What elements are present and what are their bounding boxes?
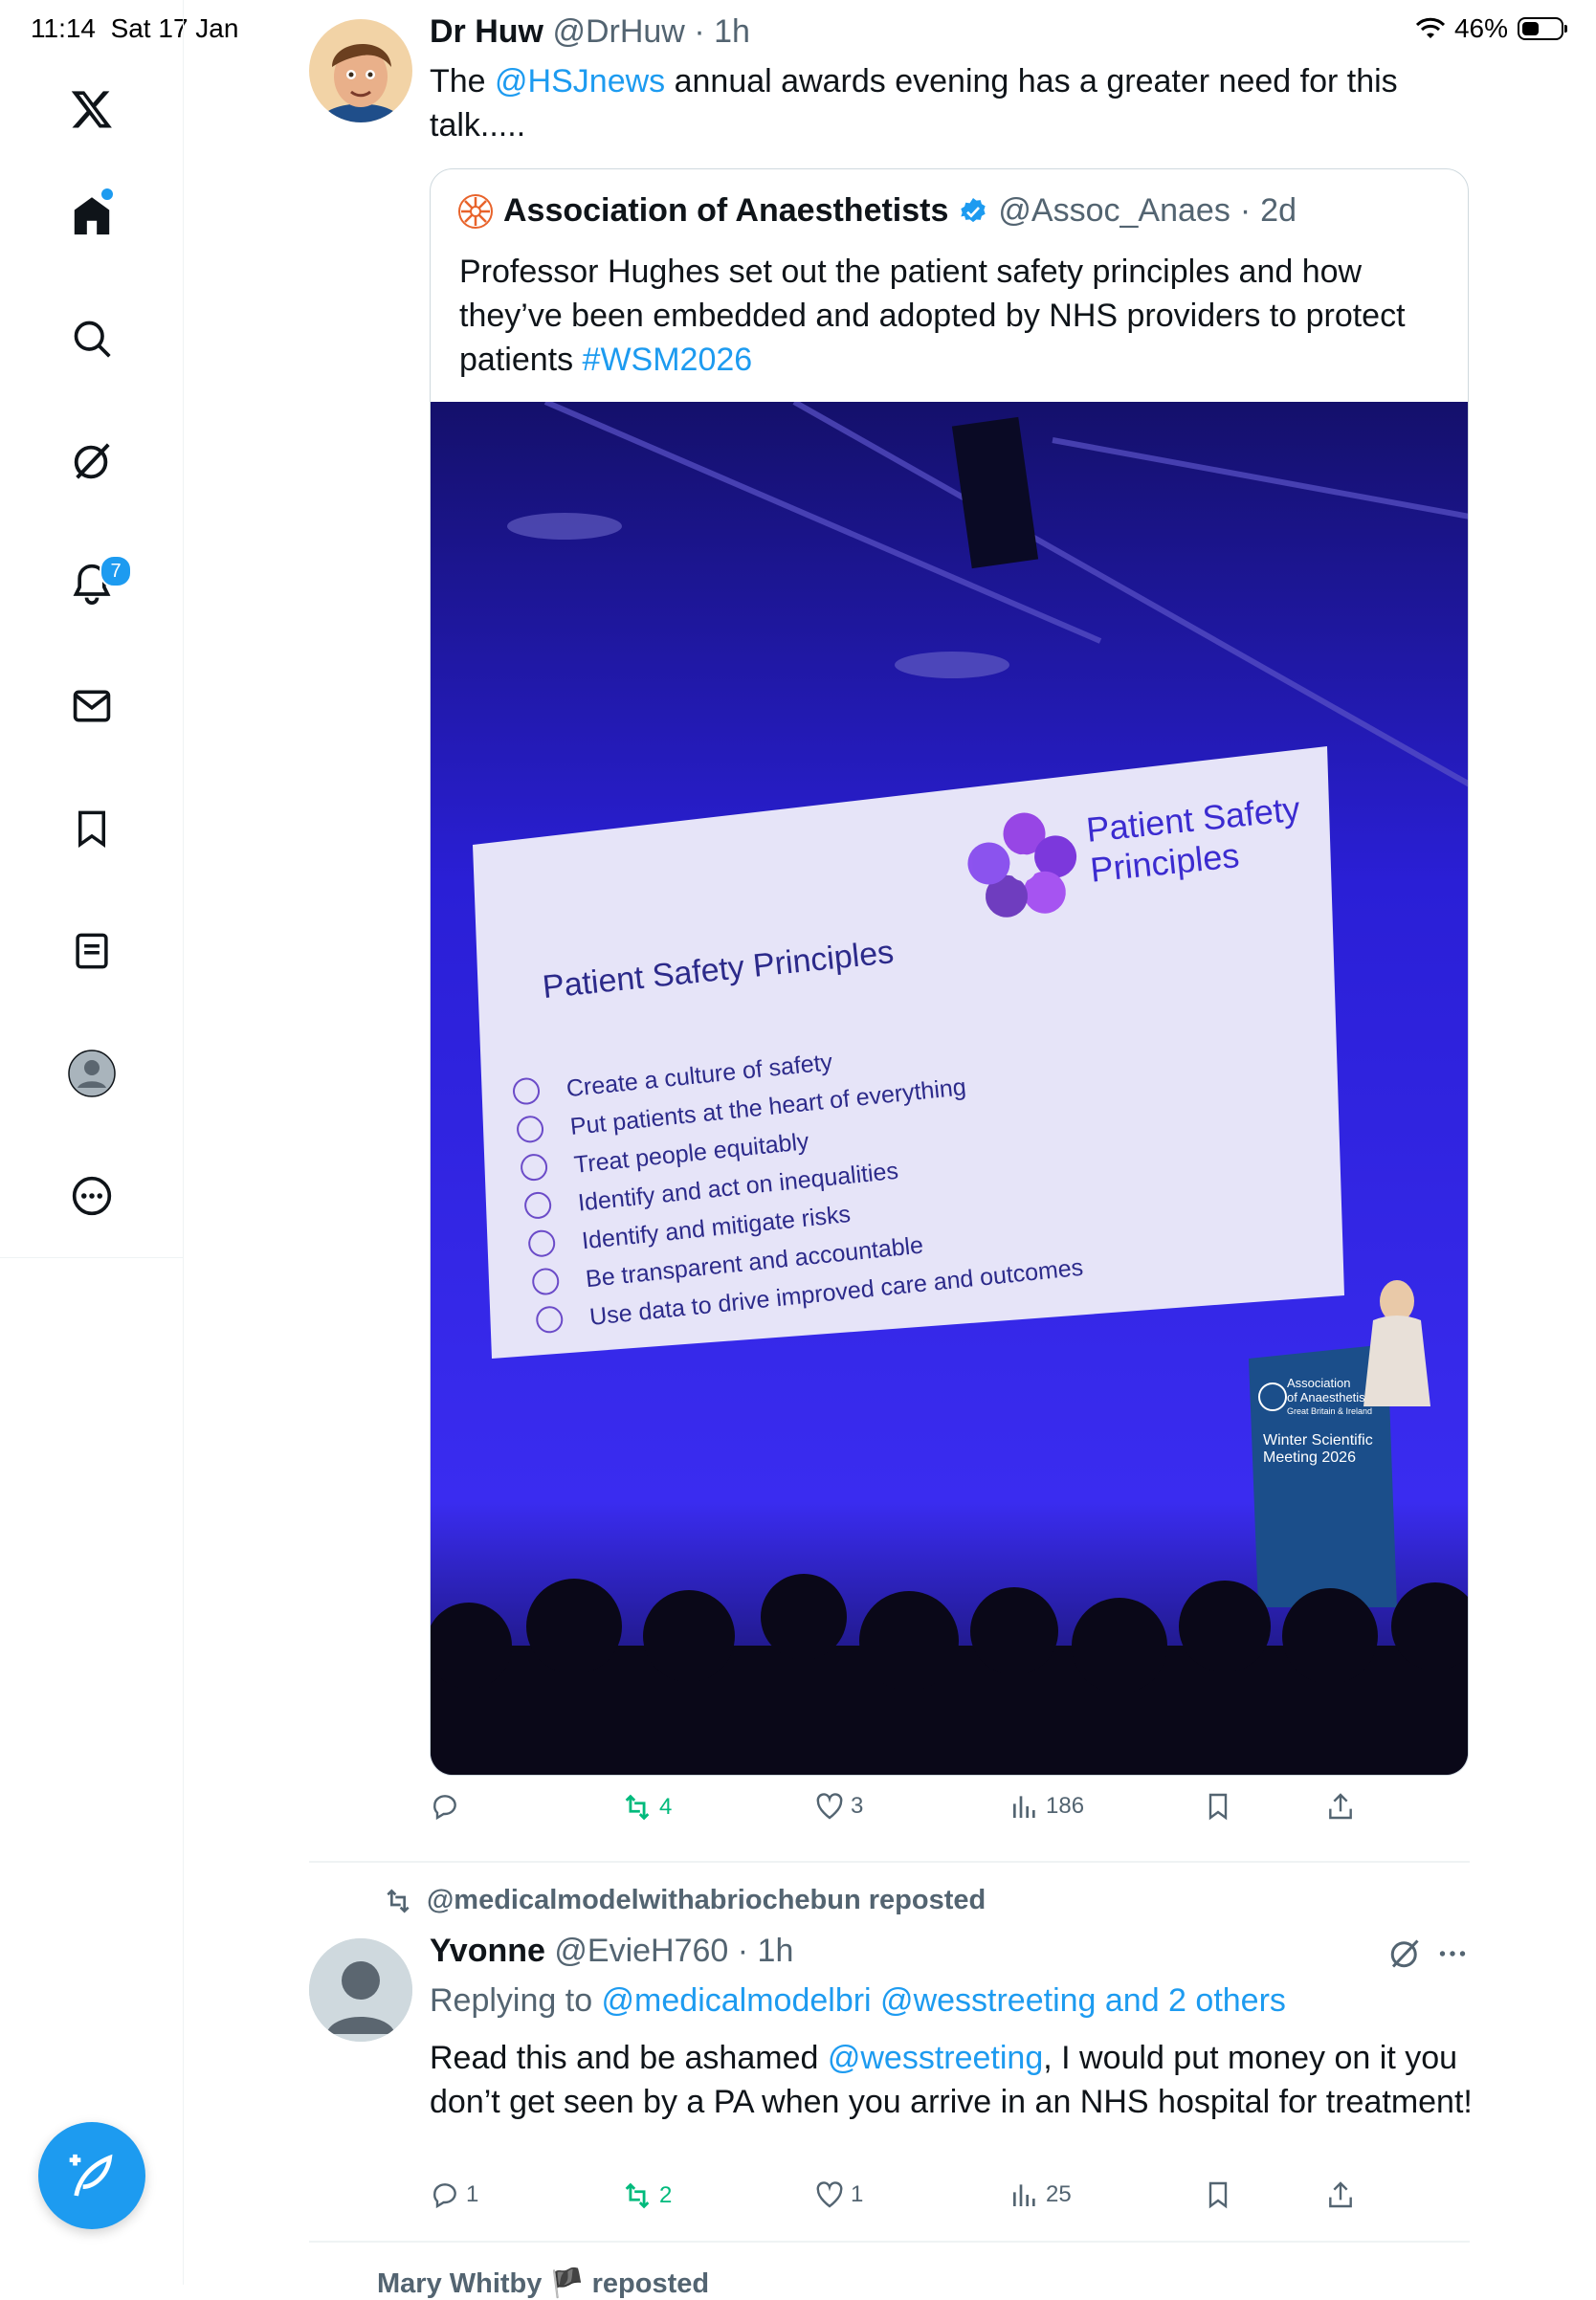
- battery-icon: [1518, 17, 1567, 40]
- tweet2-views-button[interactable]: 25: [1009, 2179, 1072, 2210]
- more-icon[interactable]: [61, 1165, 122, 1227]
- tweet2-repost-button[interactable]: 2: [621, 2179, 672, 2212]
- quote-time[interactable]: 2d: [1260, 192, 1297, 230]
- tweet1-time[interactable]: 1h: [714, 13, 750, 50]
- tweet2-more-icon[interactable]: [1435, 1936, 1470, 1976]
- lists-icon[interactable]: [61, 920, 122, 982]
- reply-icon: [433, 1795, 456, 1821]
- repost-context-text: @medicalmodelwithabriochebun reposted: [427, 1885, 986, 1915]
- compose-button[interactable]: [38, 2122, 145, 2229]
- tweet-divider: [309, 2241, 1470, 2243]
- avatar-yvonne[interactable]: [309, 1938, 412, 2042]
- quote-handle[interactable]: @Assoc_Anaes: [998, 192, 1230, 230]
- tweet1-header: Dr Huw @DrHuw · 1h: [430, 13, 750, 50]
- share-icon: [1329, 1793, 1352, 1820]
- tweet2-handle[interactable]: @EvieH760: [554, 1933, 728, 1969]
- tweet1-reply-button[interactable]: [430, 1791, 460, 1822]
- status-indicators: 46%: [1415, 13, 1567, 44]
- x-logo-icon[interactable]: [61, 78, 122, 140]
- tweet2-text-before: Read this and be ashamed: [430, 2040, 828, 2076]
- tweet1-text: The @HSJnews annual awards evening has a…: [430, 59, 1463, 147]
- quote-hashtag[interactable]: #WSM2026: [583, 342, 753, 378]
- tweet2-time[interactable]: 1h: [758, 1933, 794, 1969]
- lectern-line-4: Winter Scientific: [1263, 1432, 1373, 1449]
- tweet2-header: Yvonne @EvieH760 · 1h: [430, 1933, 794, 1969]
- tweet2-like-button[interactable]: 1: [814, 2179, 863, 2210]
- lectern-line-2: of Anaesthetists: [1287, 1390, 1375, 1404]
- next-tweet-repost-context[interactable]: Mary Whitby 🏴 reposted: [377, 2267, 709, 2300]
- bookmarks-icon[interactable]: [61, 798, 122, 859]
- tweet1-bookmark-button[interactable]: [1203, 1791, 1233, 1822]
- tweet2-like-count: 1: [851, 2181, 864, 2207]
- sidebar-nav: 7: [0, 0, 184, 2285]
- views-icon: [1013, 2184, 1035, 2206]
- tweet2-repost-count: 2: [659, 2182, 673, 2208]
- search-icon[interactable]: [61, 308, 122, 369]
- tweet2-text: Read this and be ashamed @wesstreeting, …: [430, 2036, 1473, 2124]
- lectern-line-5: Meeting 2026: [1263, 1449, 1356, 1466]
- quote-text: Professor Hughes set out the patient saf…: [459, 250, 1445, 382]
- quoted-tweet[interactable]: Association of Anaesthetists @Assoc_Anae…: [430, 168, 1469, 1776]
- tweet1-repost-count: 4: [659, 1794, 673, 1820]
- messages-icon[interactable]: [61, 675, 122, 737]
- repost-context-icon: [387, 1888, 410, 1913]
- tweet-divider: [309, 1861, 1470, 1863]
- views-icon: [1013, 1796, 1035, 1818]
- tweet2-replying-to: Replying to @medicalmodelbri @wesstreeti…: [430, 1982, 1286, 2020]
- bookmark-icon: [1208, 2181, 1228, 2209]
- tweet1-author-name[interactable]: Dr Huw: [430, 13, 543, 50]
- home-unread-dot: [100, 187, 115, 202]
- avatar-drhuw[interactable]: [309, 19, 412, 122]
- tweet1-share-button[interactable]: [1325, 1791, 1356, 1822]
- tweet2-replying-targets[interactable]: @medicalmodelbri @wesstreeting and 2 oth…: [602, 1982, 1286, 2019]
- tweet1-handle[interactable]: @DrHuw: [552, 13, 684, 50]
- notifications-badge: 7: [100, 555, 132, 587]
- tweet2-author-name[interactable]: Yvonne: [430, 1933, 545, 1969]
- tweet1-text-before: The: [430, 63, 496, 100]
- tweet2-reply-count: 1: [466, 2181, 479, 2207]
- tweet1-views-count: 186: [1046, 1793, 1085, 1819]
- wifi-icon: [1415, 17, 1445, 38]
- conference-photo[interactable]: Patient Safety Principles Patient Safety…: [431, 402, 1469, 1776]
- tweet1-mention[interactable]: @HSJnews: [495, 63, 665, 100]
- tweet1-repost-button[interactable]: 4: [621, 1791, 672, 1824]
- tweet2-views-count: 25: [1046, 2181, 1072, 2207]
- sidebar-separator: [0, 1257, 183, 1258]
- profile-icon[interactable]: [61, 1043, 122, 1104]
- tweet2-replying-prefix: Replying to: [430, 1982, 602, 2019]
- tweet2-share-button[interactable]: [1325, 2179, 1356, 2210]
- lectern-line-3: Great Britain & Ireland: [1287, 1406, 1372, 1416]
- tweet2-mention[interactable]: @wesstreeting: [828, 2040, 1043, 2076]
- reply-icon: [433, 2183, 456, 2209]
- tweet1-views-button[interactable]: 186: [1009, 1791, 1084, 1822]
- assoc-logo-icon: [458, 193, 493, 229]
- tweet1-like-count: 3: [851, 1793, 864, 1819]
- bookmark-icon: [1208, 1793, 1228, 1821]
- tweet2-reply-button[interactable]: 1: [430, 2179, 478, 2210]
- repost-icon: [625, 1794, 650, 1821]
- repost-icon: [625, 2182, 650, 2209]
- grok-icon[interactable]: [61, 431, 122, 492]
- lectern-line-1: Association: [1287, 1376, 1350, 1390]
- like-icon: [816, 2181, 843, 2208]
- repost-context[interactable]: @medicalmodelwithabriochebun reposted: [383, 1885, 986, 1916]
- battery-percent: 46%: [1453, 13, 1508, 43]
- like-icon: [816, 1793, 843, 1820]
- tweet1-like-button[interactable]: 3: [814, 1791, 863, 1822]
- quote-author-name[interactable]: Association of Anaesthetists: [503, 192, 948, 230]
- verified-badge-icon: [961, 197, 986, 222]
- tweet1-actions: 4 3 186: [430, 1791, 1386, 1839]
- quote-header: Association of Anaesthetists @Assoc_Anae…: [457, 192, 1297, 230]
- tweet2-actions: 1 2 1 25: [430, 2179, 1386, 2227]
- tweet2-grok-icon[interactable]: [1387, 1936, 1422, 1976]
- tweet2-bookmark-button[interactable]: [1203, 2179, 1233, 2210]
- share-icon: [1329, 2181, 1352, 2208]
- compose-feather-icon: [69, 2154, 113, 2197]
